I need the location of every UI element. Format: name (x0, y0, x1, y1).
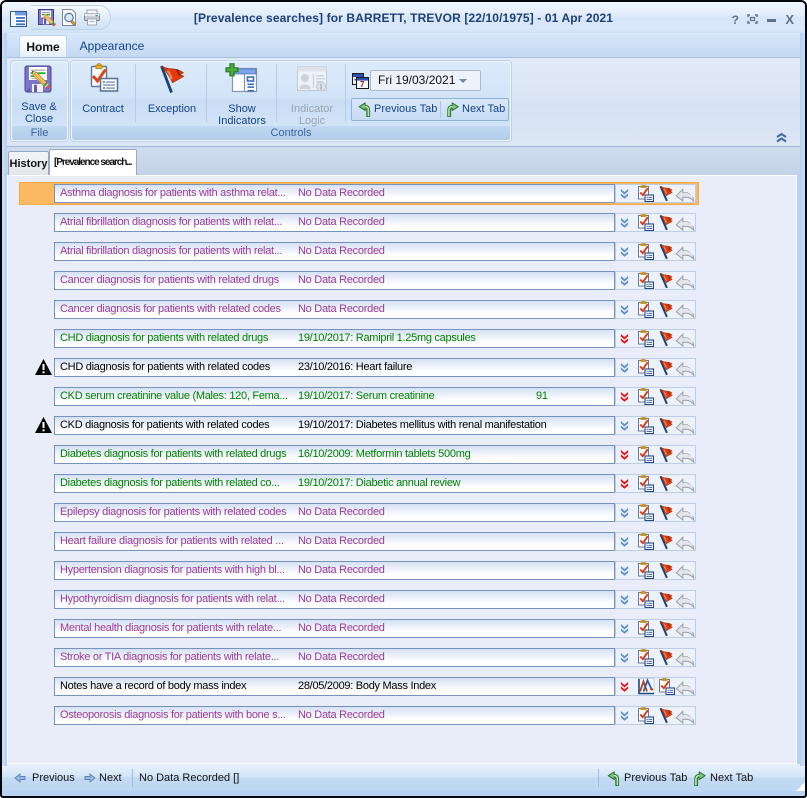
svg-text:7: 7 (360, 80, 365, 89)
